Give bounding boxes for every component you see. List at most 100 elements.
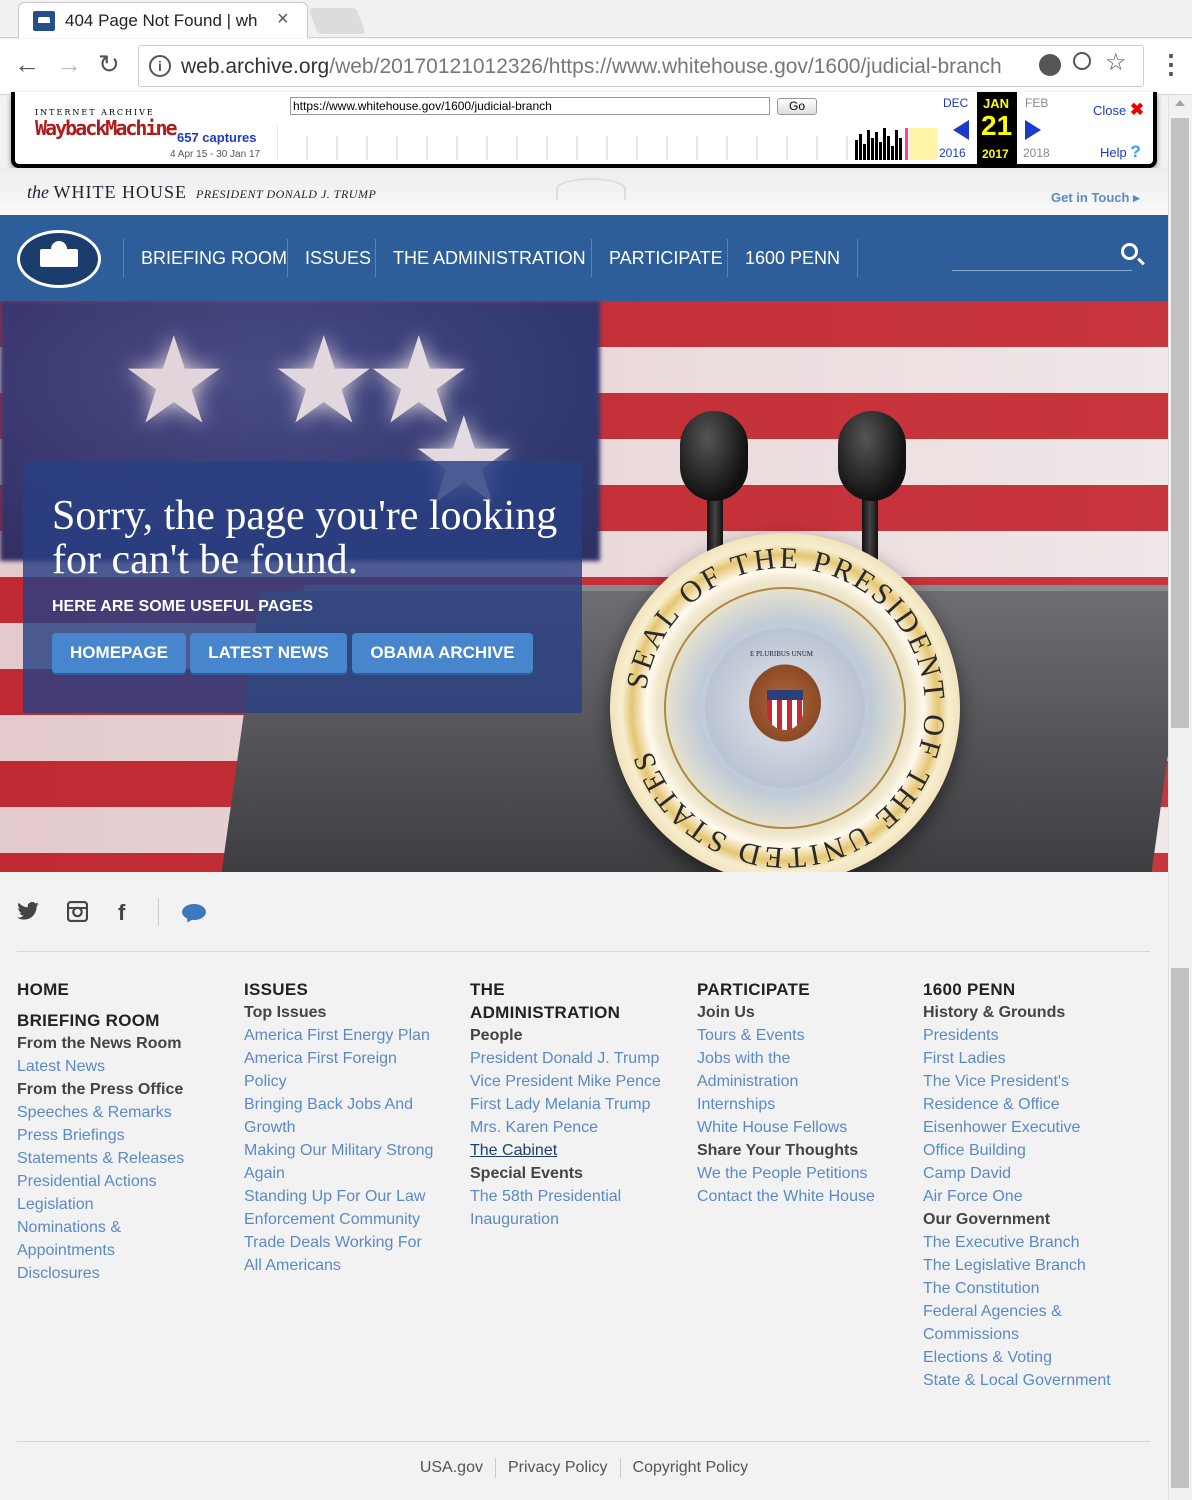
twitter-icon[interactable] [17, 902, 39, 920]
footer-heading[interactable]: PARTICIPATE [697, 978, 912, 1001]
usa-gov-link[interactable]: USA.gov [420, 1459, 483, 1476]
facebook-icon[interactable]: f [118, 900, 125, 926]
wayback-close-button[interactable]: Close ✖ [1093, 100, 1144, 120]
next-capture-arrow-icon[interactable] [1025, 120, 1041, 140]
nav-briefing-room[interactable]: BRIEFING ROOM [123, 239, 287, 277]
prev-year[interactable]: 2016 [939, 146, 966, 160]
footer-link[interactable]: Tours & Events [697, 1024, 912, 1047]
homepage-button[interactable]: HOMEPAGE [52, 633, 186, 673]
footer-link[interactable]: First Lady Melania Trump [470, 1093, 685, 1116]
footer-link[interactable]: Eisenhower Executive [923, 1116, 1138, 1139]
wayback-logo[interactable]: WaybackMachine [35, 116, 178, 140]
footer-link[interactable]: Press Briefings [17, 1124, 232, 1147]
search-icon[interactable] [1121, 243, 1138, 260]
captures-link[interactable]: 657 captures [177, 130, 257, 145]
footer-link[interactable]: Again [244, 1162, 459, 1185]
footer-link[interactable]: The Legislative Branch [923, 1254, 1138, 1277]
blocked-content-icon[interactable] [1039, 54, 1061, 76]
copyright-policy-link[interactable]: Copyright Policy [633, 1459, 749, 1476]
nav-participate[interactable]: PARTICIPATE [591, 239, 723, 277]
footer-link[interactable]: Growth [244, 1116, 459, 1139]
scrollbar-thumb[interactable] [1171, 968, 1189, 1488]
footer-link[interactable]: Contact the White House [697, 1185, 912, 1208]
footer-heading[interactable]: BRIEFING ROOM [17, 1009, 232, 1032]
tab-close-icon[interactable]: × [277, 8, 289, 31]
footer-link[interactable]: Presidential Actions [17, 1170, 232, 1193]
footer-link[interactable]: The Cabinet [470, 1139, 685, 1162]
footer-link[interactable]: Federal Agencies & [923, 1300, 1138, 1323]
nav-1600-penn[interactable]: 1600 PENN [727, 239, 859, 277]
footer-heading[interactable]: ADMINISTRATION [470, 1001, 685, 1024]
privacy-policy-link[interactable]: Privacy Policy [508, 1459, 608, 1476]
footer-heading[interactable]: ISSUES [244, 978, 459, 1001]
footer-link[interactable]: Air Force One [923, 1185, 1138, 1208]
footer-link[interactable]: Statements & Releases [17, 1147, 232, 1170]
footer-link[interactable]: Residence & Office [923, 1093, 1138, 1116]
footer-link[interactable]: Legislation [17, 1193, 232, 1216]
footer-link[interactable]: Appointments [17, 1239, 232, 1262]
footer-link[interactable]: We the People Petitions [697, 1162, 912, 1185]
zoom-icon[interactable] [1073, 52, 1091, 70]
star-icon[interactable]: ☆ [1105, 48, 1127, 77]
prev-capture-arrow-icon[interactable] [953, 120, 969, 140]
new-tab-button[interactable] [308, 8, 366, 34]
whitehouse-seal-logo[interactable] [17, 230, 101, 288]
footer-link[interactable]: The Vice President's [923, 1070, 1138, 1093]
wayback-url-input[interactable] [290, 97, 770, 115]
nav-issues[interactable]: ISSUES [287, 239, 371, 277]
reload-icon[interactable]: ↻ [98, 49, 120, 80]
search-input[interactable] [952, 270, 1132, 271]
latest-news-button[interactable]: LATEST NEWS [190, 633, 347, 673]
footer-link[interactable]: First Ladies [923, 1047, 1138, 1070]
menu-icon[interactable]: ⋮ [1158, 49, 1184, 80]
footer-link[interactable]: Presidents [923, 1024, 1138, 1047]
footer-link[interactable]: Commissions [923, 1323, 1138, 1346]
prev-month[interactable]: DEC [943, 96, 968, 110]
info-icon[interactable]: i [149, 55, 171, 77]
nav-administration[interactable]: THE ADMINISTRATION [375, 239, 586, 277]
footer-heading[interactable]: THE [470, 978, 685, 1001]
footer-link[interactable]: President Donald J. Trump [470, 1047, 685, 1070]
wayback-go-button[interactable]: Go [777, 98, 817, 115]
footer-link[interactable]: White House Fellows [697, 1116, 912, 1139]
footer-link[interactable]: Bringing Back Jobs And [244, 1093, 459, 1116]
footer-link[interactable]: Mrs. Karen Pence [470, 1116, 685, 1139]
footer-link[interactable]: Administration [697, 1070, 912, 1093]
footer-link[interactable]: The Constitution [923, 1277, 1138, 1300]
chat-icon[interactable] [182, 904, 206, 920]
footer-link[interactable]: Disclosures [17, 1262, 232, 1285]
footer-link[interactable]: Nominations & [17, 1216, 232, 1239]
captures-histogram[interactable] [277, 126, 947, 160]
footer-link[interactable]: Inauguration [470, 1208, 685, 1231]
footer-link[interactable]: Making Our Military Strong [244, 1139, 459, 1162]
footer-link[interactable]: Internships [697, 1093, 912, 1116]
footer-heading[interactable]: 1600 PENN [923, 978, 1138, 1001]
address-bar[interactable]: i web.archive.org/web/20170121012326/htt… [138, 45, 1144, 87]
footer-link[interactable]: The 58th Presidential [470, 1185, 685, 1208]
footer-link[interactable]: Speeches & Remarks [17, 1101, 232, 1124]
footer-link[interactable]: State & Local Government [923, 1369, 1138, 1392]
get-in-touch-link[interactable]: Get in Touch ▸ [1051, 190, 1140, 206]
footer-link[interactable]: Latest News [17, 1055, 232, 1078]
footer-link[interactable]: Jobs with the [697, 1047, 912, 1070]
footer-link[interactable]: America First Foreign [244, 1047, 459, 1070]
back-arrow-icon[interactable]: ← [14, 49, 40, 80]
instagram-icon[interactable] [67, 901, 88, 922]
footer-link[interactable]: Camp David [923, 1162, 1138, 1185]
footer-link[interactable]: Vice President Mike Pence [470, 1070, 685, 1093]
footer-link[interactable]: Office Building [923, 1139, 1138, 1162]
forward-arrow-icon[interactable]: → [56, 49, 82, 80]
scrollbar-thumb[interactable] [1171, 118, 1189, 728]
footer-link[interactable]: Enforcement Community [244, 1208, 459, 1231]
browser-tab[interactable]: 404 Page Not Found | wh × [18, 2, 308, 38]
footer-link[interactable]: Trade Deals Working For [244, 1231, 459, 1254]
footer-link[interactable]: America First Energy Plan [244, 1024, 459, 1047]
footer-link[interactable]: The Executive Branch [923, 1231, 1138, 1254]
scroll-up-arrow-icon[interactable] [1175, 100, 1185, 106]
footer-heading[interactable]: HOME [17, 978, 232, 1001]
site-brand[interactable]: the WHITE HOUSE [27, 182, 187, 203]
footer-link[interactable]: All Americans [244, 1254, 459, 1277]
footer-link[interactable]: Standing Up For Our Law [244, 1185, 459, 1208]
footer-link[interactable]: Elections & Voting [923, 1346, 1138, 1369]
obama-archive-button[interactable]: OBAMA ARCHIVE [352, 633, 533, 673]
